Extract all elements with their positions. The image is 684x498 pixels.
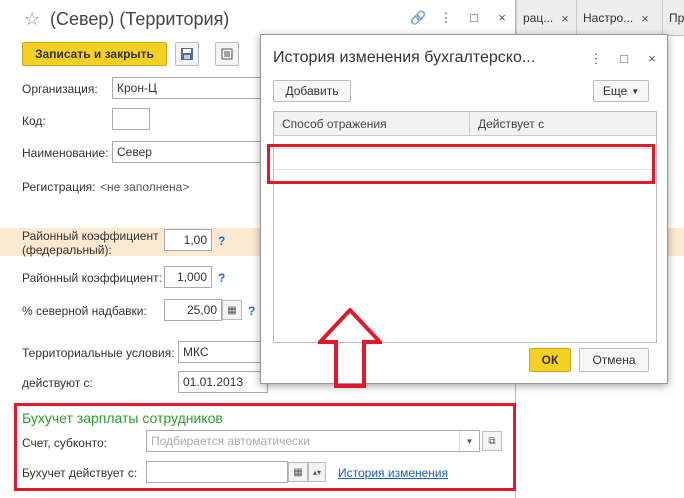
window-controls: 🔗 ⋮ □ × bbox=[410, 10, 510, 26]
dialog-window-controls: ⋮ □ × bbox=[589, 51, 659, 67]
table-header: Способ отражения Действует с bbox=[274, 112, 656, 136]
up-arrow-annotation bbox=[318, 308, 382, 388]
valid-date-field[interactable]: 01.01.2013 bbox=[178, 371, 268, 393]
tab-background-2[interactable]: Настро... × bbox=[576, 0, 662, 36]
highlight-frame-table-row bbox=[267, 144, 655, 184]
registration-label: Регистрация: bbox=[22, 180, 96, 194]
link-icon[interactable]: 🔗 bbox=[410, 10, 426, 26]
help-icon[interactable]: ? bbox=[248, 304, 255, 318]
maximize-icon[interactable]: □ bbox=[466, 10, 482, 26]
north-field[interactable]: 25,00 bbox=[164, 299, 222, 321]
more-label: Еще bbox=[602, 84, 628, 98]
list-icon[interactable] bbox=[214, 42, 239, 66]
column-header[interactable]: Способ отражения bbox=[274, 112, 470, 136]
tab-background-1[interactable]: рац... × bbox=[516, 0, 576, 36]
close-icon[interactable]: × bbox=[641, 11, 649, 26]
more-icon[interactable]: ⋮ bbox=[438, 10, 454, 26]
code-label: Код: bbox=[22, 114, 46, 128]
highlight-frame-accounting bbox=[14, 403, 516, 491]
more-icon[interactable]: ⋮ bbox=[589, 51, 603, 67]
column-header[interactable]: Действует с bbox=[470, 112, 656, 136]
registration-value[interactable]: <не заполнена> bbox=[100, 180, 189, 194]
tab-label: Настро... bbox=[583, 11, 634, 25]
add-button[interactable]: Добавить bbox=[273, 80, 351, 102]
code-field[interactable] bbox=[112, 108, 150, 130]
close-icon[interactable]: × bbox=[494, 10, 510, 26]
calculator-icon[interactable]: ▦ bbox=[222, 300, 242, 320]
help-icon[interactable]: ? bbox=[218, 234, 225, 248]
star-icon[interactable]: ☆ bbox=[24, 9, 40, 30]
form-title-bar: ☆ (Север) (Территория) 🔗 ⋮ □ × bbox=[0, 0, 516, 38]
form-title: (Север) (Территория) bbox=[50, 9, 230, 29]
org-field[interactable]: Крон-Ц bbox=[112, 77, 272, 99]
help-icon[interactable]: ? bbox=[218, 271, 225, 285]
rk-label: Районный коэффициент: bbox=[22, 271, 162, 285]
form-toolbar: Записать и закрыть bbox=[22, 42, 239, 66]
background-tab-strip: рац... × Настро... × Пр... bbox=[516, 0, 684, 36]
terr-label: Территориальные условия: bbox=[22, 346, 175, 360]
rk-fed-label: Районный коэффициент (федеральный): bbox=[22, 229, 159, 257]
close-icon[interactable]: × bbox=[561, 11, 569, 26]
tab-background-3[interactable]: Пр... bbox=[662, 0, 684, 36]
org-label: Организация: bbox=[22, 82, 98, 96]
chevron-down-icon: ▼ bbox=[631, 86, 640, 96]
cancel-button[interactable]: Отмена bbox=[579, 348, 649, 372]
valid-label: действуют с: bbox=[22, 376, 93, 390]
tab-label: рац... bbox=[523, 11, 554, 25]
rk-field[interactable]: 1,000 bbox=[164, 266, 212, 288]
name-label: Наименование: bbox=[22, 146, 109, 160]
tab-label: Пр... bbox=[669, 11, 684, 25]
ok-button[interactable]: ОК bbox=[529, 348, 571, 372]
save-icon[interactable] bbox=[174, 42, 199, 66]
rk-fed-field[interactable]: 1,00 bbox=[164, 229, 212, 251]
north-label: % северной надбавки: bbox=[22, 304, 147, 318]
more-button[interactable]: Еще ▼ bbox=[593, 80, 649, 102]
save-close-button[interactable]: Записать и закрыть bbox=[22, 42, 167, 66]
close-icon[interactable]: × bbox=[645, 51, 659, 67]
name-field[interactable]: Север bbox=[112, 141, 272, 163]
dialog-title: История изменения бухгалтерско... bbox=[273, 49, 536, 66]
terr-field[interactable]: МКС bbox=[178, 341, 268, 363]
maximize-icon[interactable]: □ bbox=[617, 51, 631, 67]
